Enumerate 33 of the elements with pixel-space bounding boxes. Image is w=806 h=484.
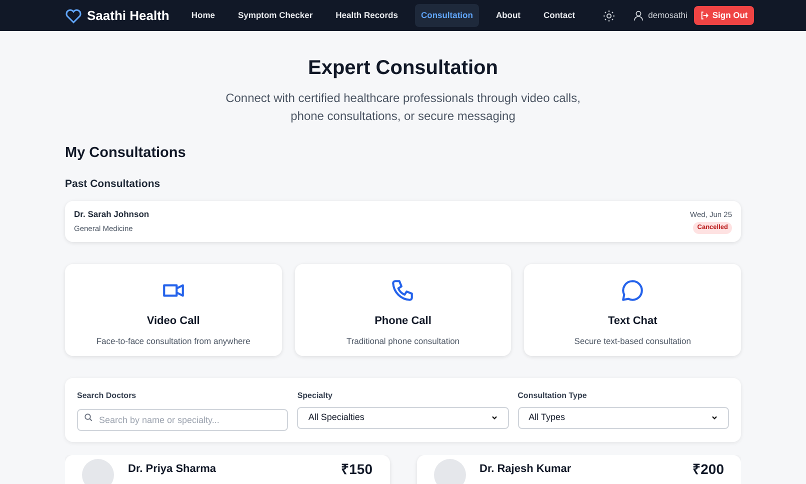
nav-link[interactable]: Home: [185, 4, 221, 27]
mode-title: Text Chat: [608, 314, 658, 328]
consultation-mode-card[interactable]: Phone Call Traditional phone consultation: [294, 264, 512, 356]
field-label: Specialty: [297, 390, 334, 402]
consultation-fee: ₹150: [341, 460, 372, 478]
mode-title: Phone Call: [374, 314, 432, 328]
sign-out-button[interactable]: Sign Out: [694, 6, 754, 25]
consultation-mode-card[interactable]: Text Chat Secure text-based consultation: [524, 264, 741, 356]
page-title: Expert Consultation: [306, 56, 499, 81]
nav-link[interactable]: Symptom Checker: [232, 4, 319, 27]
doctor-name: Dr. Priya Sharma: [128, 462, 216, 476]
brand-name[interactable]: Saathi Health: [87, 6, 170, 26]
username: demosathi: [648, 9, 688, 22]
consultation-fee: ₹200: [692, 460, 724, 478]
consultation-type-dropdown[interactable]: All Types: [518, 406, 729, 428]
mode-description: Secure text-based consultation: [574, 335, 692, 348]
mode-description: Face-to-face consultation from anywhere: [96, 335, 250, 348]
nav-link[interactable]: About: [490, 4, 526, 27]
page-subtitle: Connect with certified healthcare professionals through video calls, phone consultations, or secure messaging: [224, 90, 582, 125]
nav-link[interactable]: Health Records: [330, 4, 404, 27]
mode-description: Traditional phone consultation: [346, 335, 460, 348]
subsection-heading: Past Consultations: [65, 176, 162, 192]
doctor-name: Dr. Sarah Johnson: [74, 208, 150, 221]
nav-link[interactable]: Contact: [537, 4, 582, 27]
field-label: Consultation Type: [518, 390, 588, 402]
nav-link[interactable]: Consultation: [414, 4, 479, 27]
field-label: Search Doctors: [77, 390, 138, 402]
doctor-name: Dr. Rajesh Kumar: [480, 462, 572, 476]
consultation-mode-card[interactable]: Video Call Face-to-face consultation from anywhere: [65, 264, 282, 356]
search-field[interactable]: Search by name or specialty...: [77, 408, 288, 430]
section-heading: My Consultations: [65, 144, 187, 163]
specialty-dropdown[interactable]: All Specialties: [297, 406, 509, 428]
mode-title: Video Call: [146, 314, 200, 328]
